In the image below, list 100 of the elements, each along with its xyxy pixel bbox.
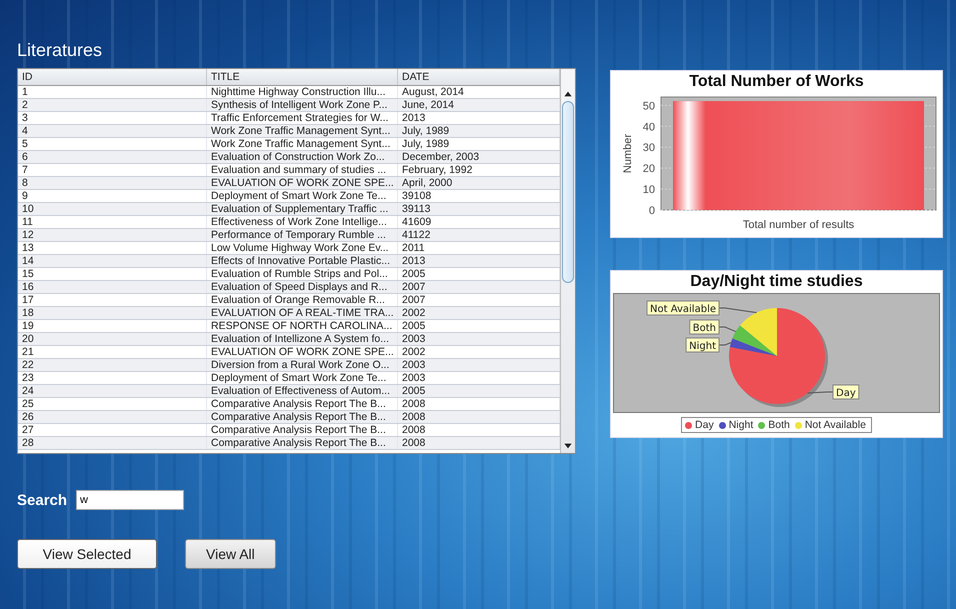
table-cell: Evaluation of Construction Work Zo... [206,150,398,164]
search-field[interactable]: w [76,490,184,510]
slice-label: Not Available [650,304,716,315]
table-cell: RESPONSE OF NORTH CAROLINA... [206,319,398,332]
view-button[interactable]: View Selected [17,539,157,569]
table-cell: 9 [18,189,206,202]
leader-line [718,326,736,332]
table-cell: 4 [18,124,206,138]
table-cell: 13 [18,241,206,254]
table-cell: July, 1989 [398,124,560,138]
table-cell: Evaluation of Effectiveness of Autom... [206,384,398,398]
axis-title: Total number of results [742,219,854,231]
table-cell: Effectiveness of Work Zone Intellige... [206,215,398,228]
table-cell: 2002 [398,306,560,320]
table-cell: 2007 [398,280,560,294]
scrollbar[interactable] [560,68,575,453]
view-button[interactable]: View All [185,539,276,569]
table-cell: 23 [18,371,206,384]
table-cell: 2011 [398,241,560,254]
table-cell: 2008 [398,423,560,436]
axis-tick-label: 0 [648,205,655,217]
slice-label: Not Available [646,300,720,316]
table-cell: Evaluation of Supplementary Traffic ... [206,202,398,216]
column-header[interactable]: TITLE [206,68,398,86]
table-cell: 41609 [398,215,560,228]
table-cell: EVALUATION OF WORK ZONE SPE... [206,176,398,190]
table-cell: Deployment of Smart Work Zone Te... [206,189,398,202]
table-cell: Diversion from a Rural Work Zone O... [206,358,398,372]
table-cell: 25 [18,397,206,410]
slice-label: Day [832,384,860,400]
table-cell: 28 [18,436,206,450]
legend-label: Both [768,419,790,431]
table-cell: 16 [18,280,206,294]
table-cell: 5 [18,137,206,150]
axis-tick-label: 10 [642,184,655,196]
table-cell: Evaluation and summary of studies ... [206,163,398,176]
table-cell: 15 [18,267,206,280]
search-label: Search [17,492,68,508]
table-cell: 6 [18,150,206,164]
table-cell: 2002 [398,345,560,358]
slice-label: Both [689,320,720,334]
table-cell: Nighttime Highway Construction Illu... [206,85,398,98]
table-cell: 22 [18,358,206,372]
table-cell: 27 [18,423,206,436]
table-cell: EVALUATION OF A REAL-TIME TRA... [206,306,398,320]
legend-label: Day [695,419,714,431]
table-cell: August, 2014 [398,85,560,98]
table-cell: 1 [18,85,206,98]
table-cell: 2008 [398,410,560,424]
table-cell: 2007 [398,293,560,306]
table-cell: 2005 [398,319,560,332]
table-cell: 2008 [398,397,560,410]
leader-line [718,308,758,314]
axis-tick-label: 20 [642,163,655,176]
table-cell: 21 [18,345,206,358]
table-cell: Evaluation of Rumble Strips and Pol... [206,267,398,280]
table-cell: Low Volume Highway Work Zone Ev... [206,241,398,254]
slice-label: Both [692,323,716,334]
table-cell: Comparative Analysis Report The B... [206,423,398,436]
table-cell: Work Zone Traffic Management Synt... [206,124,398,138]
table-cell: 2005 [398,384,560,398]
table-cell: 2003 [398,371,560,384]
table-cell: Evaluation of Orange Removable R... [206,293,398,306]
page-title: Literatures [17,40,104,62]
table-cell: 3 [18,111,206,124]
table-cell: Evaluation of Speed Displays and R... [206,280,398,294]
table-cell: 14 [18,254,206,268]
table-cell: Evaluation of Intellizone A System fo... [206,332,398,346]
table-cell: 39108 [398,189,560,202]
table-cell: Performance of Temporary Rumble ... [206,228,398,242]
table-cell: 20 [18,332,206,346]
table-cell: February, 1992 [398,163,560,176]
table-cell: 26 [18,410,206,424]
column-header[interactable]: ID [18,68,206,86]
table-cell: July, 1989 [398,137,560,150]
table-cell: 10 [18,202,206,216]
table-cell: EVALUATION OF WORK ZONE SPE... [206,345,398,358]
chart-title: Total Number of Works [689,73,864,92]
table-cell: Traffic Enforcement Strategies for W... [206,111,398,124]
table-cell: June, 2014 [398,98,560,112]
chart-title: Day/Night time studies [690,273,863,292]
table-cell: Comparative Analysis Report The B... [206,436,398,450]
table-cell: April, 2000 [398,176,560,190]
axis-tick-label: 30 [642,142,655,154]
axis-title: Number [622,134,634,174]
table-cell: 2013 [398,111,560,124]
table-cell: 17 [18,293,206,306]
table-cell: 24 [18,384,206,398]
column-header[interactable]: DATE [398,68,560,86]
table-cell: Work Zone Traffic Management Synt... [206,137,398,150]
scroll-thumb[interactable] [562,100,574,283]
axis-tick-label: 50 [642,100,655,112]
table-cell: Comparative Analysis Report The B... [206,410,398,424]
table-cell: 11 [18,215,206,228]
table-cell: Deployment of Smart Work Zone Te... [206,371,398,384]
slice-label: Night [689,341,716,352]
table-cell: 8 [18,176,206,190]
table-cell: 2005 [398,267,560,280]
slice-label: Day [836,388,856,399]
table-cell: 2013 [398,254,560,268]
